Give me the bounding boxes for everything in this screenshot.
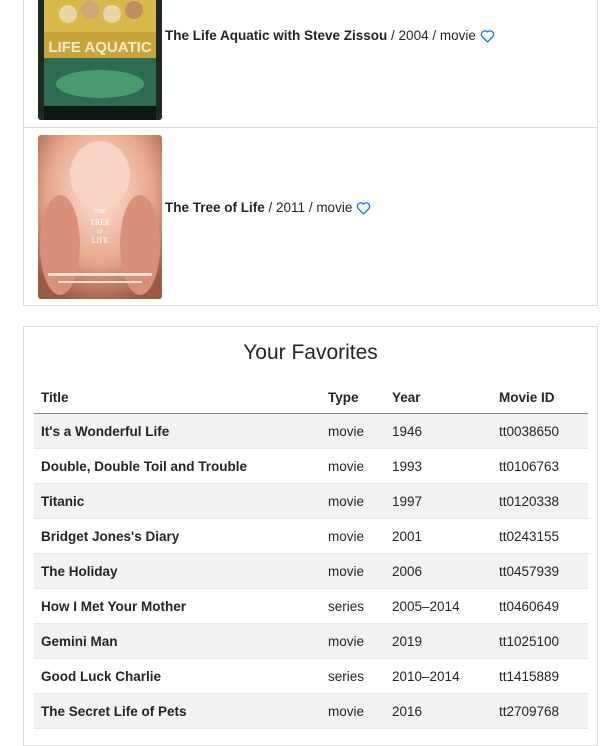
result-title[interactable]: The Tree of Life xyxy=(165,200,265,215)
svg-text:OF: OF xyxy=(97,230,104,235)
table-row[interactable]: Gemini Man movie 2019 tt1025100 xyxy=(34,623,588,659)
movie-id-cell: tt2709768 xyxy=(492,693,588,729)
table-row[interactable]: It's a Wonderful Life movie 1946 tt0038650 xyxy=(34,413,588,449)
result-item: LIFE AQUATIC The Life Aquatic with Steve… xyxy=(24,0,597,128)
column-header-type: Type xyxy=(321,381,385,414)
title-cell: Bridget Jones's Diary xyxy=(34,518,321,554)
type-cell: movie xyxy=(321,623,385,659)
title-cell: How I Met Your Mother xyxy=(34,588,321,624)
type-cell: movie xyxy=(321,693,385,729)
svg-text:TREE: TREE xyxy=(90,218,110,227)
type-cell: movie xyxy=(321,483,385,519)
title-cell: Double, Double Toil and Trouble xyxy=(34,448,321,484)
table-row[interactable]: Good Luck Charlie series 2010–2014 tt141588… xyxy=(34,658,588,694)
title-cell: It's a Wonderful Life xyxy=(34,413,321,449)
type-cell: series xyxy=(321,588,385,624)
type-cell: movie xyxy=(321,518,385,554)
favorites-table-body: It's a Wonderful Life movie 1946 tt0038650 D… xyxy=(34,413,588,729)
movie-poster: THE TREE OF LIFE xyxy=(38,135,162,299)
table-row[interactable]: Bridget Jones's Diary movie 2001 tt0243155 xyxy=(34,518,588,554)
table-row[interactable]: Titanic movie 1997 tt0120338 xyxy=(34,483,588,519)
year-cell: 2006 xyxy=(385,553,492,589)
year-cell: 1946 xyxy=(385,413,492,449)
movie-id-cell: tt0460649 xyxy=(492,588,588,624)
type-cell: series xyxy=(321,658,385,694)
movie-id-cell: tt0038650 xyxy=(492,413,588,449)
year-cell: 2019 xyxy=(385,623,492,659)
result-title[interactable]: The Life Aquatic with Steve Zissou xyxy=(165,28,387,43)
table-row[interactable]: How I Met Your Mother series 2005–2014 tt04… xyxy=(34,588,588,624)
search-results-list: LIFE AQUATIC The Life Aquatic with Steve… xyxy=(23,0,598,306)
movie-id-cell: tt0106763 xyxy=(492,448,588,484)
result-item: THE TREE OF LIFE The Tree of Life / 2011… xyxy=(24,128,597,305)
year-cell: 1997 xyxy=(385,483,492,519)
type-cell: movie xyxy=(321,413,385,449)
result-info: The Life Aquatic with Steve Zissou / 200… xyxy=(165,28,495,43)
title-cell: The Holiday xyxy=(34,553,321,589)
title-cell: Titanic xyxy=(34,483,321,519)
heart-outline-icon[interactable] xyxy=(480,29,495,43)
year-cell: 2016 xyxy=(385,693,492,729)
type-cell: movie xyxy=(321,553,385,589)
movie-poster: LIFE AQUATIC xyxy=(38,0,162,120)
column-header-year: Year xyxy=(385,381,492,414)
table-row[interactable]: The Secret Life of Pets movie 2016 tt270976… xyxy=(34,693,588,729)
year-cell: 2010–2014 xyxy=(385,658,492,694)
svg-text:THE: THE xyxy=(94,209,106,215)
column-header-movie-id: Movie ID xyxy=(492,381,588,414)
movie-id-cell: tt0243155 xyxy=(492,518,588,554)
title-cell: Good Luck Charlie xyxy=(34,658,321,694)
result-meta: / 2011 / movie xyxy=(264,200,353,215)
movie-id-cell: tt1415889 xyxy=(492,658,588,694)
year-cell: 2001 xyxy=(385,518,492,554)
favorites-heading: Your Favorites xyxy=(243,341,378,364)
table-row[interactable]: Double, Double Toil and Trouble movie 1993… xyxy=(34,448,588,484)
favorites-table: Title Type Year Movie ID It's a Wonderfu… xyxy=(34,381,588,729)
title-cell: Gemini Man xyxy=(34,623,321,659)
column-header-title: Title xyxy=(34,381,321,414)
movie-id-cell: tt0457939 xyxy=(492,553,588,589)
type-cell: movie xyxy=(321,448,385,484)
movie-id-cell: tt0120338 xyxy=(492,483,588,519)
table-row[interactable]: The Holiday movie 2006 tt0457939 xyxy=(34,553,588,589)
year-cell: 2005–2014 xyxy=(385,588,492,624)
result-info: The Tree of Life / 2011 / movie xyxy=(165,200,371,215)
svg-text:LIFE: LIFE xyxy=(92,236,109,245)
title-cell: The Secret Life of Pets xyxy=(34,693,321,729)
year-cell: 1993 xyxy=(385,448,492,484)
heart-outline-icon[interactable] xyxy=(356,201,371,215)
favorites-panel: Your Favorites Title Type Year Movie ID … xyxy=(23,326,598,746)
result-meta: / 2004 / movie xyxy=(387,28,476,43)
movie-id-cell: tt1025100 xyxy=(492,623,588,659)
table-header-row: Title Type Year Movie ID xyxy=(34,381,588,414)
svg-text:LIFE AQUATIC: LIFE AQUATIC xyxy=(48,39,151,56)
